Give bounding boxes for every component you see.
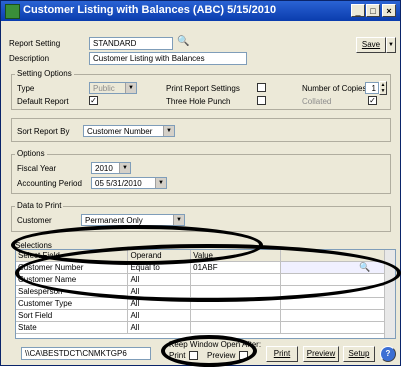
fiscal-year-select[interactable]: 2010 ▼ [91,162,131,174]
extra-cell [280,321,395,334]
window-title: Customer Listing with Balances (ABC) 5/1… [23,4,277,16]
chevron-down-icon: ▼ [155,178,166,188]
operand-cell[interactable]: All [127,309,192,322]
select-field-cell[interactable]: State [16,321,129,334]
accounting-period-value: 05 5/31/2010 [95,179,142,188]
preview-label: Preview [306,349,336,358]
print-report-settings-label: Print Report Settings [166,84,240,93]
fiscal-year-value: 2010 [95,164,113,173]
description-field[interactable]: Customer Listing with Balances [89,52,247,65]
operand-cell[interactable]: All [127,321,192,334]
save-dropdown-button[interactable]: ▼ [386,37,396,53]
value-cell[interactable] [190,309,282,322]
customer-label: Customer [17,216,52,225]
data-to-print-value: Permanent Only [85,216,143,225]
type-label: Type [17,84,35,93]
table-row[interactable]: Sort Field All [16,309,395,322]
description-label: Description [9,54,50,63]
app-icon [5,4,20,19]
select-field-cell[interactable]: Customer Type [16,297,129,310]
table-row[interactable]: State All [16,321,395,334]
save-label: Save [361,40,381,49]
extra-cell [280,297,395,310]
collated-label: Collated [302,97,332,106]
options-group [11,154,391,194]
report-window: Customer Listing with Balances (ABC) 5/1… [0,0,401,367]
setup-button[interactable]: Setup [343,346,375,362]
copies-spinner[interactable]: ▲ ▼ [379,81,387,95]
report-setting-label: Report Setting [9,39,61,48]
title-bar: Customer Listing with Balances (ABC) 5/1… [1,1,400,21]
sort-value: Customer Number [87,127,153,136]
sort-report-by-label: Sort Report By [17,127,70,136]
three-hole-punch-checkbox[interactable] [257,96,266,105]
number-of-copies-field[interactable]: 1 [365,82,379,94]
options-title: Options [15,149,47,158]
chevron-down-icon: ▼ [163,126,174,136]
print-label: Print [273,349,291,358]
accounting-period-label: Accounting Period [17,179,82,188]
three-hole-punch-label: Three Hole Punch [166,97,231,106]
annotation-oval-selections [15,244,401,302]
chevron-down-icon: ▼ [119,163,130,173]
value-cell[interactable] [190,321,282,334]
setting-options-title: Setting Options [15,69,74,78]
save-button[interactable]: Save [356,37,386,53]
report-setting-field[interactable]: STANDARD [89,37,173,50]
fiscal-year-label: Fiscal Year [17,164,57,173]
minimize-button[interactable]: _ [351,4,365,17]
accounting-period-select[interactable]: 05 5/31/2010 ▼ [91,177,167,189]
help-button[interactable]: ? [380,346,396,362]
setup-label: Setup [348,349,370,358]
chevron-down-icon: ▼ [125,83,136,93]
chevron-down-icon: ▼ [173,215,184,225]
close-button[interactable]: × [382,4,396,17]
number-of-copies-label: Number of Copies [302,84,367,93]
type-select[interactable]: Public ▼ [89,82,137,94]
extra-cell [280,309,395,322]
type-value: Public [93,84,115,93]
print-report-settings-checkbox[interactable] [257,83,266,92]
print-button[interactable]: Print [266,346,298,362]
maximize-button[interactable]: □ [366,4,380,17]
data-to-print-title: Data to Print [15,201,64,210]
printer-path-field[interactable]: \\CA\BESTDCT\CNMKTGP6 [21,347,151,360]
annotation-oval-keep-window [161,335,257,367]
sort-select[interactable]: Customer Number ▼ [83,125,175,137]
default-report-checkbox[interactable]: ✓ [89,96,98,105]
default-report-label: Default Report [17,97,69,106]
search-icon[interactable]: 🔍 [177,36,189,47]
preview-button[interactable]: Preview [303,346,339,362]
select-field-cell[interactable]: Sort Field [16,309,129,322]
collated-checkbox[interactable]: ✓ [368,96,377,105]
